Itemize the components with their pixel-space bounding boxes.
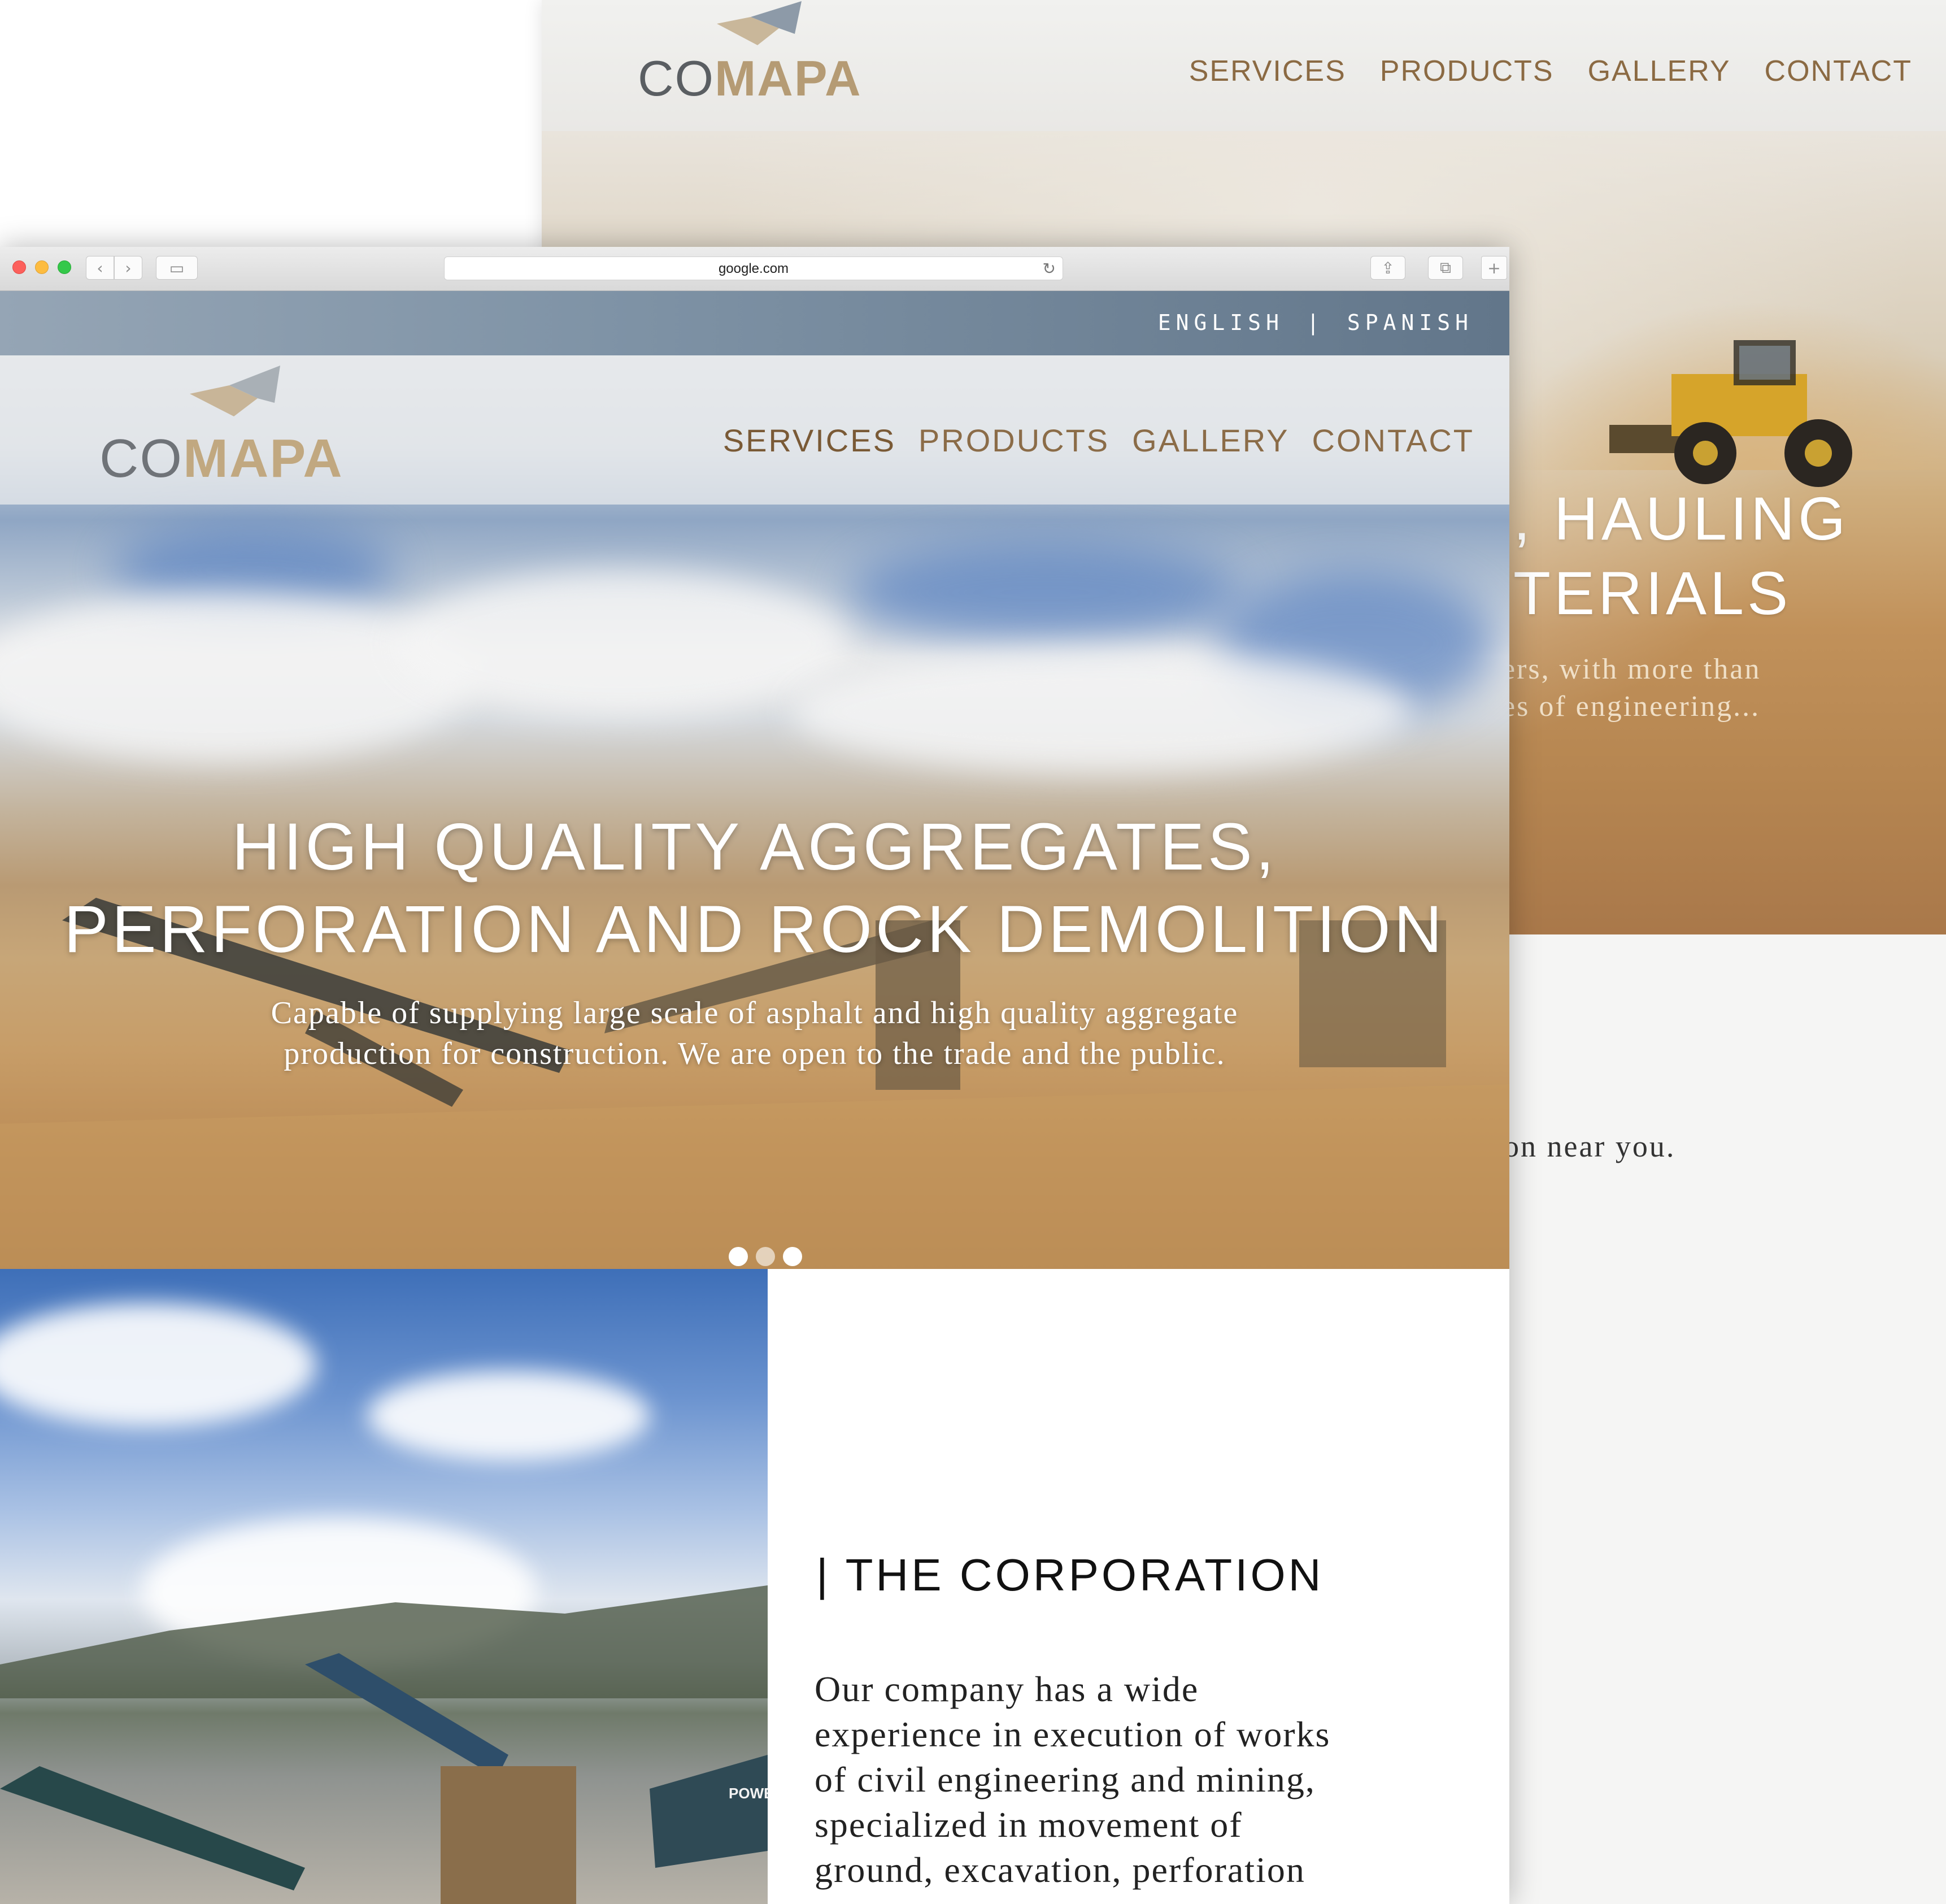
back-logo-text: COMAPA xyxy=(638,50,862,106)
logo-text: COMAPA xyxy=(99,428,343,489)
browser-window: ‹ › ▭ google.com ↻ ⇪ ⧉ + ENGLISH | SPANI… xyxy=(0,247,1509,1904)
back-nav-contact[interactable]: CONTACT xyxy=(1765,54,1912,88)
slider-dot-1[interactable] xyxy=(729,1247,748,1266)
nav-services[interactable]: SERVICES xyxy=(723,422,896,459)
back-header: COMAPA SERVICES PRODUCTS GALLERY CONTACT xyxy=(542,0,1946,131)
hero-subtitle-line: production for construction. We are open… xyxy=(284,1036,1226,1071)
hero-banner: COMAPA SERVICES PRODUCTS GALLERY CONTACT… xyxy=(0,355,1509,1269)
corporation-text-line: experience in execution of works xyxy=(815,1714,1331,1754)
corporation-image: POWER xyxy=(0,1269,768,1904)
forward-arrow-icon[interactable]: › xyxy=(114,256,142,280)
close-window-button[interactable] xyxy=(12,260,26,274)
crusher-plant-image: POWER xyxy=(0,1585,768,1904)
hero-title-line: PERFORATION AND ROCK DEMOLITION xyxy=(64,892,1446,967)
share-icon[interactable]: ⇪ xyxy=(1370,256,1405,280)
slider-dot-2[interactable] xyxy=(756,1247,775,1266)
language-separator: | xyxy=(1306,310,1325,335)
header-nav-strip: COMAPA SERVICES PRODUCTS GALLERY CONTACT xyxy=(0,355,1509,505)
reload-icon[interactable]: ↻ xyxy=(1043,259,1056,278)
back-nav-gallery[interactable]: GALLERY xyxy=(1588,54,1731,88)
corporation-text-line: specialized in movement of xyxy=(815,1805,1243,1845)
language-english[interactable]: ENGLISH xyxy=(1158,310,1284,335)
back-logo[interactable]: COMAPA xyxy=(638,1,898,114)
nav-contact[interactable]: CONTACT xyxy=(1312,422,1475,459)
back-hero-subtitle: ers, with more than es of engineering... xyxy=(1502,653,1761,723)
hero-subtitle: Capable of supplying large scale of asph… xyxy=(0,993,1509,1074)
power-label: POWER xyxy=(729,1785,768,1802)
nav-gallery[interactable]: GALLERY xyxy=(1132,422,1289,459)
address-text: google.com xyxy=(718,261,789,276)
corporation-text: Our company has a wide experience in exe… xyxy=(815,1667,1464,1893)
wheel-loader-icon xyxy=(1609,340,1852,487)
back-nav: SERVICES PRODUCTS GALLERY CONTACT xyxy=(1189,54,1912,88)
tabs-overview-icon[interactable]: ⧉ xyxy=(1428,256,1463,280)
back-nav-services[interactable]: SERVICES xyxy=(1189,54,1346,88)
sidebar-toggle-icon[interactable]: ▭ xyxy=(156,256,198,280)
language-switcher: ENGLISH | SPANISH xyxy=(1158,310,1473,335)
browser-toolbar: ‹ › ▭ google.com ↻ ⇪ ⧉ + xyxy=(0,247,1509,291)
site-logo[interactable]: COMAPA xyxy=(99,366,382,490)
address-bar[interactable]: google.com ↻ xyxy=(444,257,1063,280)
corporation-text-line: of civil engineering and mining, xyxy=(815,1759,1316,1799)
slider-dots xyxy=(729,1247,802,1266)
language-bar: ENGLISH | SPANISH xyxy=(0,291,1509,355)
corporation-text-line: ground, excavation, perforation xyxy=(815,1850,1305,1890)
back-hero-title: , HAULING TERIALS xyxy=(1513,484,1849,627)
back-arrow-icon[interactable]: ‹ xyxy=(86,256,114,280)
hero-title-line: HIGH QUALITY AGGREGATES, xyxy=(232,810,1278,884)
logo-mark-icon xyxy=(190,366,280,416)
hero-title: HIGH QUALITY AGGREGATES, PERFORATION AND… xyxy=(0,806,1509,971)
nav-products[interactable]: PRODUCTS xyxy=(918,422,1109,459)
new-tab-icon[interactable]: + xyxy=(1481,256,1507,280)
corporation-title: | THE CORPORATION xyxy=(816,1550,1324,1600)
minimize-window-button[interactable] xyxy=(35,260,49,274)
language-spanish[interactable]: SPANISH xyxy=(1347,310,1473,335)
slider-dot-3[interactable] xyxy=(783,1247,802,1266)
back-logo-mark-icon xyxy=(717,1,802,45)
back-nav-products[interactable]: PRODUCTS xyxy=(1380,54,1554,88)
zoom-window-button[interactable] xyxy=(58,260,71,274)
hero-subtitle-line: Capable of supplying large scale of asph… xyxy=(271,996,1239,1031)
corporation-text-line: Our company has a wide xyxy=(815,1669,1199,1709)
main-nav: SERVICES PRODUCTS GALLERY CONTACT xyxy=(723,422,1474,459)
